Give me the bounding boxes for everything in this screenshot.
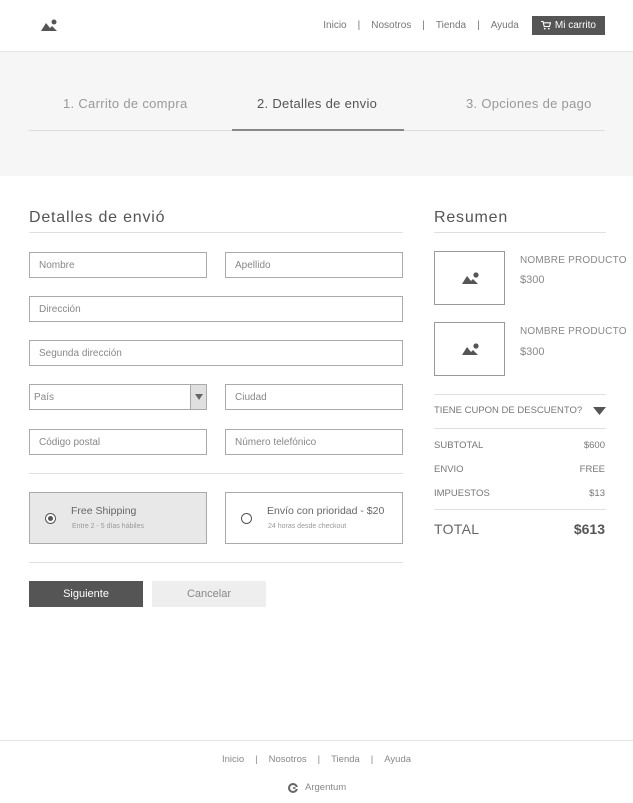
footer-link-tienda[interactable]: Tienda (320, 754, 371, 765)
shipping-label: ENVIO (434, 464, 464, 475)
top-nav: Inicio | Nosotros | Tienda | Ayuda Mi ca… (312, 16, 605, 35)
active-step-indicator (232, 129, 404, 131)
subtotal-label: SUBTOTAL (434, 440, 484, 451)
first-name-input[interactable] (29, 252, 207, 278)
product-price: $300 (520, 274, 545, 286)
shipping-option-subtitle: 24 horas desde checkout (268, 523, 347, 530)
product-thumbnail[interactable] (434, 322, 505, 376)
step-shipping-details[interactable]: 2. Detalles de envio (257, 96, 377, 111)
shipping-option-title: Free Shipping (71, 505, 137, 517)
taxes-value: $13 (589, 488, 605, 499)
form-title-divider (29, 232, 403, 233)
form-title: Detalles de envió (29, 209, 166, 226)
total-divider (434, 509, 606, 510)
city-input[interactable] (225, 384, 403, 410)
phone-input[interactable] (225, 429, 403, 455)
footer-link-nosotros[interactable]: Nosotros (258, 754, 318, 765)
summary-divider (434, 394, 606, 395)
step-cart[interactable]: 1. Carrito de compra (63, 96, 188, 111)
total-value: $613 (573, 521, 605, 537)
product-name: NOMBRE PRODUCTO (520, 255, 627, 266)
product-thumbnail[interactable] (434, 251, 505, 305)
shipping-option-subtitle: Entre 2 - 5 días hábiles (72, 523, 144, 530)
chevron-down-icon (195, 394, 203, 400)
product-name: NOMBRE PRODUCTO (520, 326, 627, 337)
summary-divider (434, 428, 606, 429)
image-placeholder-icon (462, 272, 479, 284)
shipping-radio-free[interactable] (45, 513, 56, 524)
address2-input[interactable] (29, 340, 403, 366)
cart-button-label: Mi carrito (554, 20, 596, 31)
brand-logo-icon (288, 782, 298, 793)
cart-icon (540, 21, 551, 30)
shipping-option-title: Envío con prioridad - $20 (267, 505, 385, 517)
nav-link-inicio[interactable]: Inicio (312, 20, 357, 31)
country-select-value: País (34, 392, 55, 403)
footer-nav: Inicio | Nosotros | Tienda | Ayuda (0, 754, 633, 765)
product-price: $300 (520, 346, 545, 358)
shipping-option-priority[interactable]: Envío con prioridad - $20 24 horas desde… (225, 492, 403, 544)
summary-title: Resumen (434, 209, 509, 226)
step-payment-options[interactable]: 3. Opciones de pago (466, 96, 592, 111)
country-select[interactable]: País (29, 384, 207, 410)
coupon-label: TIENE CUPON DE DESCUENTO? (434, 405, 583, 416)
next-button[interactable]: Siguiente (29, 581, 143, 607)
total-label: TOTAL (434, 521, 480, 537)
header: Inicio | Nosotros | Tienda | Ayuda Mi ca… (0, 0, 633, 52)
subtotal-value: $600 (583, 440, 605, 451)
logo-icon[interactable] (40, 18, 58, 32)
cancel-button[interactable]: Cancelar (152, 581, 266, 607)
shipping-value: FREE (579, 464, 605, 475)
checkout-steps: 1. Carrito de compra 2. Detalles de envi… (0, 52, 633, 176)
brand-name: Argentum (305, 782, 347, 793)
nav-link-nosotros[interactable]: Nosotros (360, 20, 422, 31)
image-placeholder-icon (462, 343, 479, 355)
coupon-toggle[interactable]: TIENE CUPON DE DESCUENTO? (434, 405, 606, 419)
nav-link-ayuda[interactable]: Ayuda (480, 20, 530, 31)
country-select-button[interactable] (190, 385, 206, 409)
shipping-radio-priority[interactable] (241, 513, 252, 524)
last-name-input[interactable] (225, 252, 403, 278)
summary-title-divider (434, 232, 606, 233)
postal-code-input[interactable] (29, 429, 207, 455)
address-input[interactable] (29, 296, 403, 322)
shipping-divider-top (29, 473, 403, 474)
shipping-divider-bottom (29, 562, 403, 563)
footer-link-inicio[interactable]: Inicio (211, 754, 255, 765)
taxes-label: IMPUESTOS (434, 488, 490, 499)
shipping-option-free[interactable]: Free Shipping Entre 2 - 5 días hábiles (29, 492, 207, 544)
footer: Inicio | Nosotros | Tienda | Ayuda Argen… (0, 740, 633, 803)
cart-button[interactable]: Mi carrito (531, 16, 605, 35)
footer-brand[interactable]: Argentum (288, 782, 346, 793)
nav-link-tienda[interactable]: Tienda (425, 20, 477, 31)
footer-link-ayuda[interactable]: Ayuda (373, 754, 422, 765)
caret-down-icon (593, 407, 606, 415)
